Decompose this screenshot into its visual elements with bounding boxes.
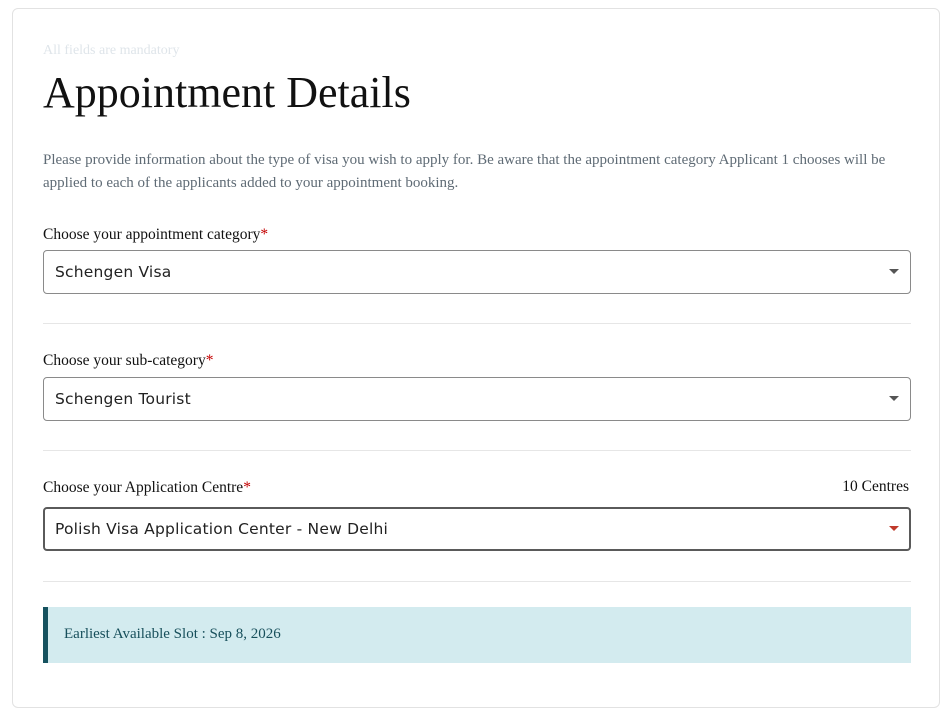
centre-select[interactable]: Polish Visa Application Center - New Del… bbox=[43, 507, 911, 551]
appointment-details-card: All fields are mandatory Appointment Det… bbox=[12, 8, 940, 708]
divider bbox=[43, 323, 911, 324]
earliest-slot-banner: Earliest Available Slot : Sep 8, 2026 bbox=[43, 607, 911, 663]
centre-label: Choose your Application Centre* bbox=[43, 479, 251, 497]
page-title: Appointment Details bbox=[43, 68, 411, 117]
earliest-slot-text: Earliest Available Slot : Sep 8, 2026 bbox=[64, 626, 281, 642]
centre-count: 10 Centres bbox=[842, 478, 909, 495]
subcategory-select-value: Schengen Tourist bbox=[55, 390, 191, 408]
caret-down-icon bbox=[889, 269, 899, 274]
required-marker: * bbox=[205, 352, 214, 369]
caret-down-icon bbox=[889, 396, 899, 401]
mandatory-note: All fields are mandatory bbox=[43, 43, 180, 58]
divider bbox=[43, 581, 911, 582]
intro-text: Please provide information about the typ… bbox=[43, 152, 886, 191]
subcategory-label-text: Choose your sub-category bbox=[43, 352, 206, 369]
category-label: Choose your appointment category* bbox=[43, 226, 268, 244]
divider bbox=[43, 450, 911, 451]
subcategory-label: Choose your sub-category* bbox=[43, 352, 213, 370]
caret-down-icon bbox=[889, 526, 899, 531]
required-marker: * bbox=[260, 226, 269, 243]
category-select[interactable]: Schengen Visa bbox=[43, 250, 911, 294]
required-marker: * bbox=[243, 479, 251, 496]
subcategory-select[interactable]: Schengen Tourist bbox=[43, 377, 911, 421]
centre-label-text: Choose your Application Centre bbox=[43, 479, 244, 496]
category-select-value: Schengen Visa bbox=[55, 263, 172, 281]
category-label-text: Choose your appointment category bbox=[43, 226, 261, 243]
centre-select-value: Polish Visa Application Center - New Del… bbox=[55, 520, 388, 538]
